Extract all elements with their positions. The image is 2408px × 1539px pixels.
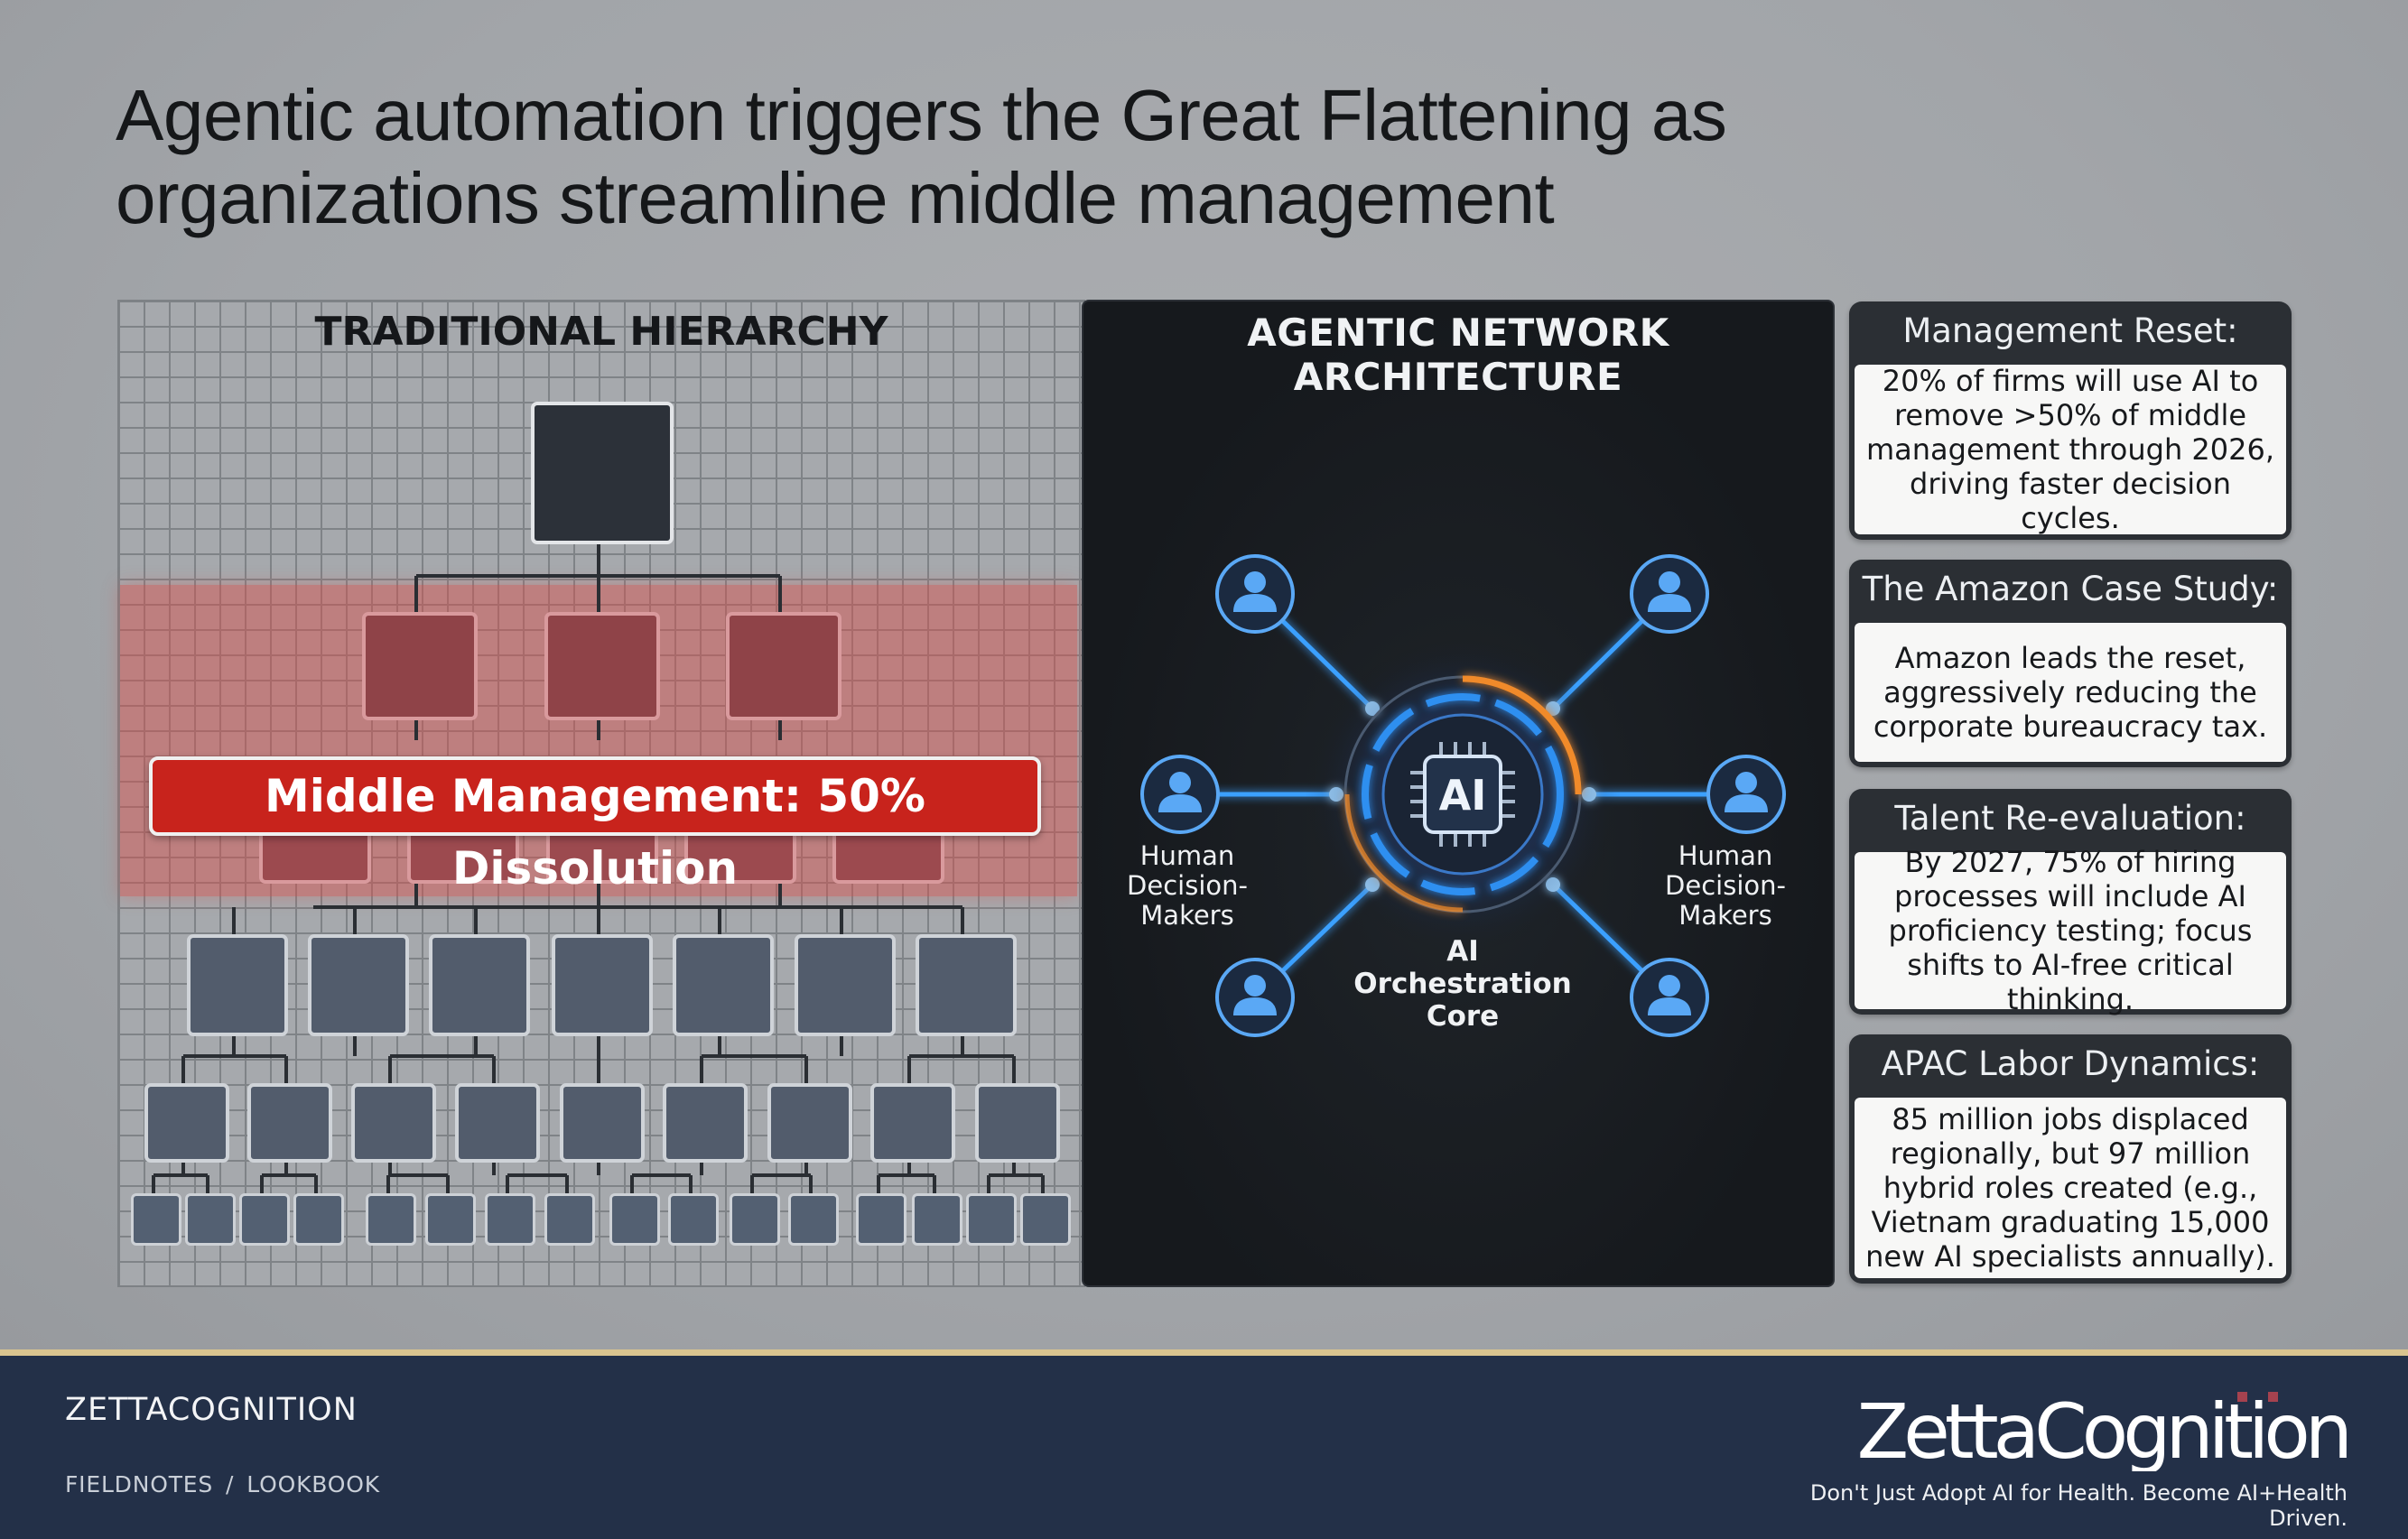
footer: ZETTACOGNITION FIELDNOTES / LOOKBOOK Zetta… <box>0 1349 2408 1539</box>
leaf-node <box>912 1193 962 1246</box>
card-amazon-case-study: The Amazon Case Study: Amazon leads the … <box>1849 560 2292 767</box>
card-heading: APAC Labor Dynamics: <box>1881 1044 2260 1083</box>
card-heading: Talent Re-evaluation: <box>1894 799 2246 838</box>
agentic-network-label: AGENTIC NETWORK ARCHITECTURE <box>1247 311 1669 399</box>
leaf-node <box>131 1193 181 1246</box>
leaf-node <box>185 1193 236 1246</box>
team-node <box>663 1083 748 1163</box>
leaf-node <box>788 1193 839 1246</box>
logo-dot <box>2237 1392 2247 1402</box>
card-heading: The Amazon Case Study: <box>1862 570 2279 608</box>
human-decision-makers-right-label: Human Decision-Makers <box>1665 840 1786 931</box>
card-heading: Management Reset: <box>1902 311 2238 350</box>
manager-node <box>544 612 660 720</box>
traditional-hierarchy-label: TRADITIONAL HIERARCHY <box>314 309 888 355</box>
card-apac-labor-dynamics: APAC Labor Dynamics: 85 million jobs dis… <box>1849 1034 2292 1284</box>
leaf-node <box>856 1193 906 1246</box>
staff-node <box>187 934 288 1036</box>
leaf-node <box>293 1193 344 1246</box>
team-node <box>247 1083 332 1163</box>
human-decision-makers-left-label: Human Decision-Makers <box>1127 840 1248 931</box>
leaf-node <box>544 1193 595 1246</box>
team-node <box>144 1083 229 1163</box>
leaf-node <box>1020 1193 1071 1246</box>
slide-title: Agentic automation triggers the Great Fl… <box>116 75 1727 238</box>
leaf-node <box>966 1193 1017 1246</box>
team-node <box>455 1083 540 1163</box>
breadcrumb-lookbook[interactable]: LOOKBOOK <box>246 1471 380 1497</box>
staff-node <box>552 934 653 1036</box>
team-node <box>870 1083 955 1163</box>
logo-dot <box>2268 1392 2278 1402</box>
card-management-reset: Management Reset: 20% of firms will use … <box>1849 301 2292 540</box>
team-node <box>351 1083 436 1163</box>
staff-node <box>795 934 896 1036</box>
leaf-node <box>668 1193 719 1246</box>
ai-orchestration-core-label: AI Orchestration Core <box>1353 935 1572 1033</box>
dissolution-label: Middle Management: 50% Dissolution <box>149 756 1041 895</box>
logo-wordmark: ZettaCognition <box>1857 1390 2348 1471</box>
manager-node <box>362 612 478 720</box>
footer-tagline: Don't Just Adopt AI for Health. Become A… <box>1809 1480 2348 1531</box>
footer-brand: ZETTACOGNITION <box>65 1392 358 1428</box>
card-body: Amazon leads the reset, aggressively red… <box>1855 623 2286 762</box>
leaf-node <box>609 1193 660 1246</box>
card-body: 85 million jobs displaced regionally, bu… <box>1855 1098 2286 1278</box>
team-node <box>767 1083 852 1163</box>
staff-node <box>429 934 530 1036</box>
breadcrumb-separator: / <box>226 1471 235 1497</box>
staff-node <box>916 934 1017 1036</box>
card-body: 20% of firms will use AI to remove >50% … <box>1855 364 2286 535</box>
staff-node <box>308 934 409 1036</box>
zettacognition-logo: ZettaCognition <box>1857 1390 2348 1471</box>
agentic-network-panel: AGENTIC NETWORK ARCHITECTURE <box>1082 300 1835 1287</box>
card-talent-re-evaluation: Talent Re-evaluation: By 2027, 75% of hi… <box>1849 789 2292 1016</box>
team-node <box>560 1083 645 1163</box>
ceo-node <box>531 402 674 544</box>
slide: Agentic automation triggers the Great Fl… <box>0 0 2408 1349</box>
leaf-node <box>239 1193 290 1246</box>
breadcrumb: FIELDNOTES / LOOKBOOK <box>65 1471 380 1497</box>
leaf-node <box>730 1193 780 1246</box>
card-body: By 2027, 75% of hiring processes will in… <box>1855 845 2286 1016</box>
staff-node <box>673 934 774 1036</box>
leaf-node <box>366 1193 416 1246</box>
manager-node <box>726 612 841 720</box>
team-node <box>975 1083 1060 1163</box>
breadcrumb-fieldnotes[interactable]: FIELDNOTES <box>65 1471 213 1497</box>
leaf-node <box>425 1193 476 1246</box>
leaf-node <box>485 1193 535 1246</box>
